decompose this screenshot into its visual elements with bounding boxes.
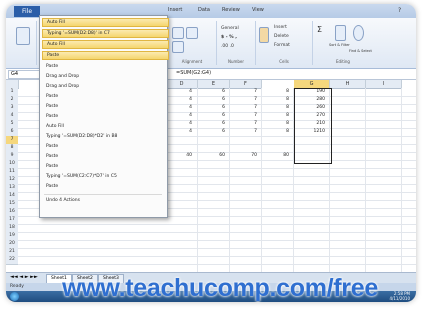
undo-item[interactable]: Paste bbox=[42, 63, 167, 71]
undo-item[interactable]: Typing '=SUM(C2:C7)*D7' in C5 bbox=[42, 173, 167, 181]
status-text: Ready bbox=[10, 284, 24, 289]
undo-item[interactable]: Paste bbox=[42, 153, 167, 161]
selection-outline bbox=[294, 88, 332, 164]
number-format-select[interactable]: General bbox=[221, 26, 239, 31]
delete-cells-button[interactable]: Delete bbox=[274, 34, 289, 39]
cell[interactable]: 6 bbox=[211, 121, 225, 126]
align-left-icon[interactable] bbox=[172, 27, 184, 39]
cell[interactable]: 6 bbox=[211, 97, 225, 102]
editing-group: Σ Sort & Filter Find & Select Editing bbox=[313, 21, 373, 65]
tab-review[interactable]: Review bbox=[222, 7, 240, 13]
undo-count-label: Undo 4 Actions bbox=[46, 198, 80, 203]
cell[interactable]: 6 bbox=[211, 105, 225, 110]
undo-item[interactable]: Auto Fill bbox=[42, 18, 169, 27]
tab-data[interactable]: Data bbox=[198, 7, 210, 13]
align-center-icon[interactable] bbox=[186, 27, 198, 39]
cell[interactable]: 8 bbox=[275, 97, 289, 102]
cell[interactable]: 6 bbox=[211, 129, 225, 134]
undo-item[interactable]: Paste bbox=[42, 163, 167, 171]
indent-icon[interactable] bbox=[172, 41, 184, 53]
sort-filter-label: Sort & Filter bbox=[329, 43, 350, 47]
find-select-label: Find & Select bbox=[349, 49, 372, 53]
excel-window: File Insert Data Review View ? Alignment… bbox=[6, 4, 416, 302]
column-header[interactable]: D bbox=[166, 80, 198, 89]
cell[interactable]: 7 bbox=[243, 129, 257, 134]
undo-item[interactable]: Auto Fill bbox=[42, 40, 169, 49]
format-cells-button[interactable]: Format bbox=[274, 43, 290, 48]
cell[interactable]: 4 bbox=[178, 97, 192, 102]
cell[interactable]: 4 bbox=[178, 89, 192, 94]
cell[interactable]: 8 bbox=[275, 121, 289, 126]
currency-icon[interactable]: $ - % , bbox=[221, 35, 237, 40]
editing-group-label: Editing bbox=[336, 59, 350, 64]
name-box[interactable]: G4 bbox=[8, 70, 42, 79]
styles-icon[interactable] bbox=[259, 27, 269, 43]
undo-item[interactable]: Paste bbox=[42, 113, 167, 121]
cell[interactable]: 7 bbox=[243, 105, 257, 110]
undo-item[interactable]: Paste bbox=[42, 103, 167, 111]
undo-item[interactable]: Paste bbox=[42, 183, 167, 191]
sort-filter-icon[interactable] bbox=[335, 25, 346, 41]
paste-icon[interactable] bbox=[16, 27, 30, 45]
column-header[interactable]: F bbox=[230, 80, 262, 89]
alignment-group: Alignment bbox=[168, 21, 217, 65]
cell[interactable]: 4 bbox=[178, 121, 192, 126]
alignment-group-label: Alignment bbox=[181, 59, 203, 64]
column-header[interactable]: H bbox=[330, 80, 366, 89]
undo-item[interactable]: Typing '=SUM(D2:D8)' in C7 bbox=[42, 29, 169, 38]
autosum-icon[interactable]: Σ bbox=[317, 25, 322, 34]
number-group: General $ - % , .00 .0 Number bbox=[217, 21, 256, 65]
undo-item[interactable]: Paste bbox=[42, 51, 169, 60]
cell[interactable]: 6 bbox=[211, 89, 225, 94]
undo-item[interactable]: Paste bbox=[42, 143, 167, 151]
cell[interactable]: 80 bbox=[275, 153, 289, 158]
cells-group-label: Cells bbox=[279, 59, 289, 64]
column-header[interactable]: I bbox=[366, 80, 402, 89]
menu-separator bbox=[44, 194, 162, 195]
start-button-icon[interactable] bbox=[10, 292, 19, 301]
watermark-url: www.teachucomp.com/free bbox=[62, 274, 378, 302]
cell[interactable]: 8 bbox=[275, 105, 289, 110]
formula-input[interactable]: =SUM(G2:G4) bbox=[176, 70, 211, 76]
cell[interactable]: 4 bbox=[178, 105, 192, 110]
column-header[interactable]: E bbox=[198, 80, 230, 89]
cell[interactable]: 40 bbox=[178, 153, 192, 158]
cell[interactable]: 60 bbox=[211, 153, 225, 158]
cells-group: Insert Delete Format Cells bbox=[256, 21, 313, 65]
undo-item[interactable]: Typing '=SUM(D2:D8)*D2' in B8 bbox=[42, 133, 167, 141]
decimal-icon[interactable]: .00 .0 bbox=[221, 44, 234, 49]
undo-item[interactable]: Auto Fill bbox=[42, 123, 167, 131]
insert-cells-button[interactable]: Insert bbox=[274, 25, 287, 30]
cell[interactable]: 8 bbox=[275, 129, 289, 134]
clipboard-group bbox=[8, 21, 37, 65]
cell[interactable]: 7 bbox=[243, 121, 257, 126]
help-icon[interactable]: ? bbox=[398, 7, 401, 14]
undo-item[interactable]: Drag and Drop bbox=[42, 73, 167, 81]
undo-item[interactable]: Drag and Drop bbox=[42, 83, 167, 91]
cell[interactable]: 4 bbox=[178, 113, 192, 118]
undo-item[interactable]: Paste bbox=[42, 93, 167, 101]
cell[interactable]: 8 bbox=[275, 113, 289, 118]
cell[interactable]: 7 bbox=[243, 97, 257, 102]
cell[interactable]: 8 bbox=[275, 89, 289, 94]
cell[interactable]: 70 bbox=[243, 153, 257, 158]
tab-insert[interactable]: Insert bbox=[168, 7, 182, 13]
cell[interactable]: 7 bbox=[243, 113, 257, 118]
row-header[interactable]: 22 bbox=[6, 256, 18, 265]
cell[interactable]: 7 bbox=[243, 89, 257, 94]
number-group-label: Number bbox=[227, 59, 245, 64]
undo-history-dropdown: Auto Fill Typing '=SUM(D2:D8)' in C7 Aut… bbox=[39, 15, 169, 218]
cell[interactable]: 6 bbox=[211, 113, 225, 118]
cell[interactable]: 4 bbox=[178, 129, 192, 134]
file-tab[interactable]: File bbox=[14, 6, 40, 17]
find-select-icon[interactable] bbox=[353, 25, 364, 41]
tab-view[interactable]: View bbox=[252, 7, 264, 13]
